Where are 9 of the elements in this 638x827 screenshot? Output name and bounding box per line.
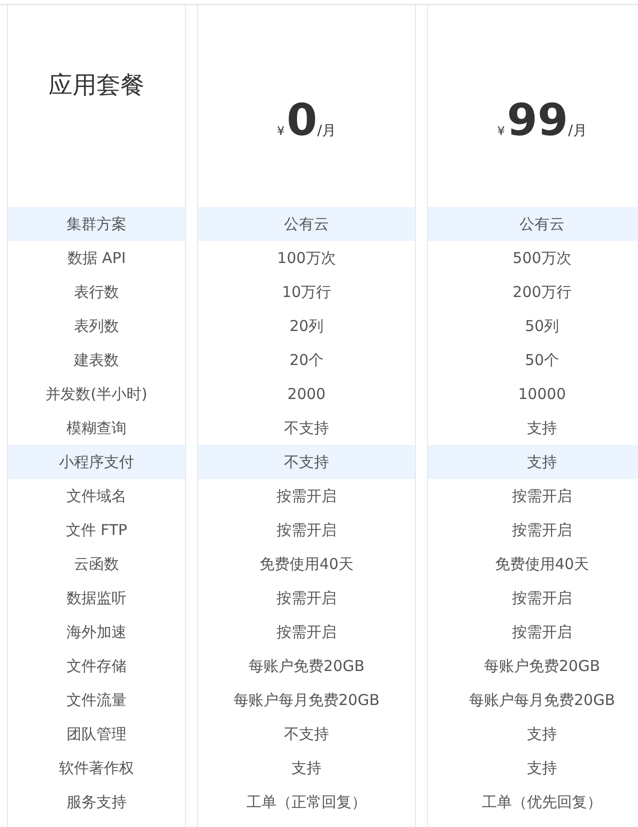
price: ¥0/月 (277, 99, 336, 143)
table-cell: 支持 (428, 445, 638, 479)
table-cell: 公有云 (198, 207, 415, 241)
table-cell: 小程序支付 (8, 445, 185, 479)
section-title: 应用套餐 (48, 70, 144, 101)
table-cell: 不支持 (198, 445, 415, 479)
table-cell: 集群方案 (8, 207, 185, 241)
price: ¥99/月 (497, 99, 587, 143)
table-cell: 公有云 (428, 207, 638, 241)
